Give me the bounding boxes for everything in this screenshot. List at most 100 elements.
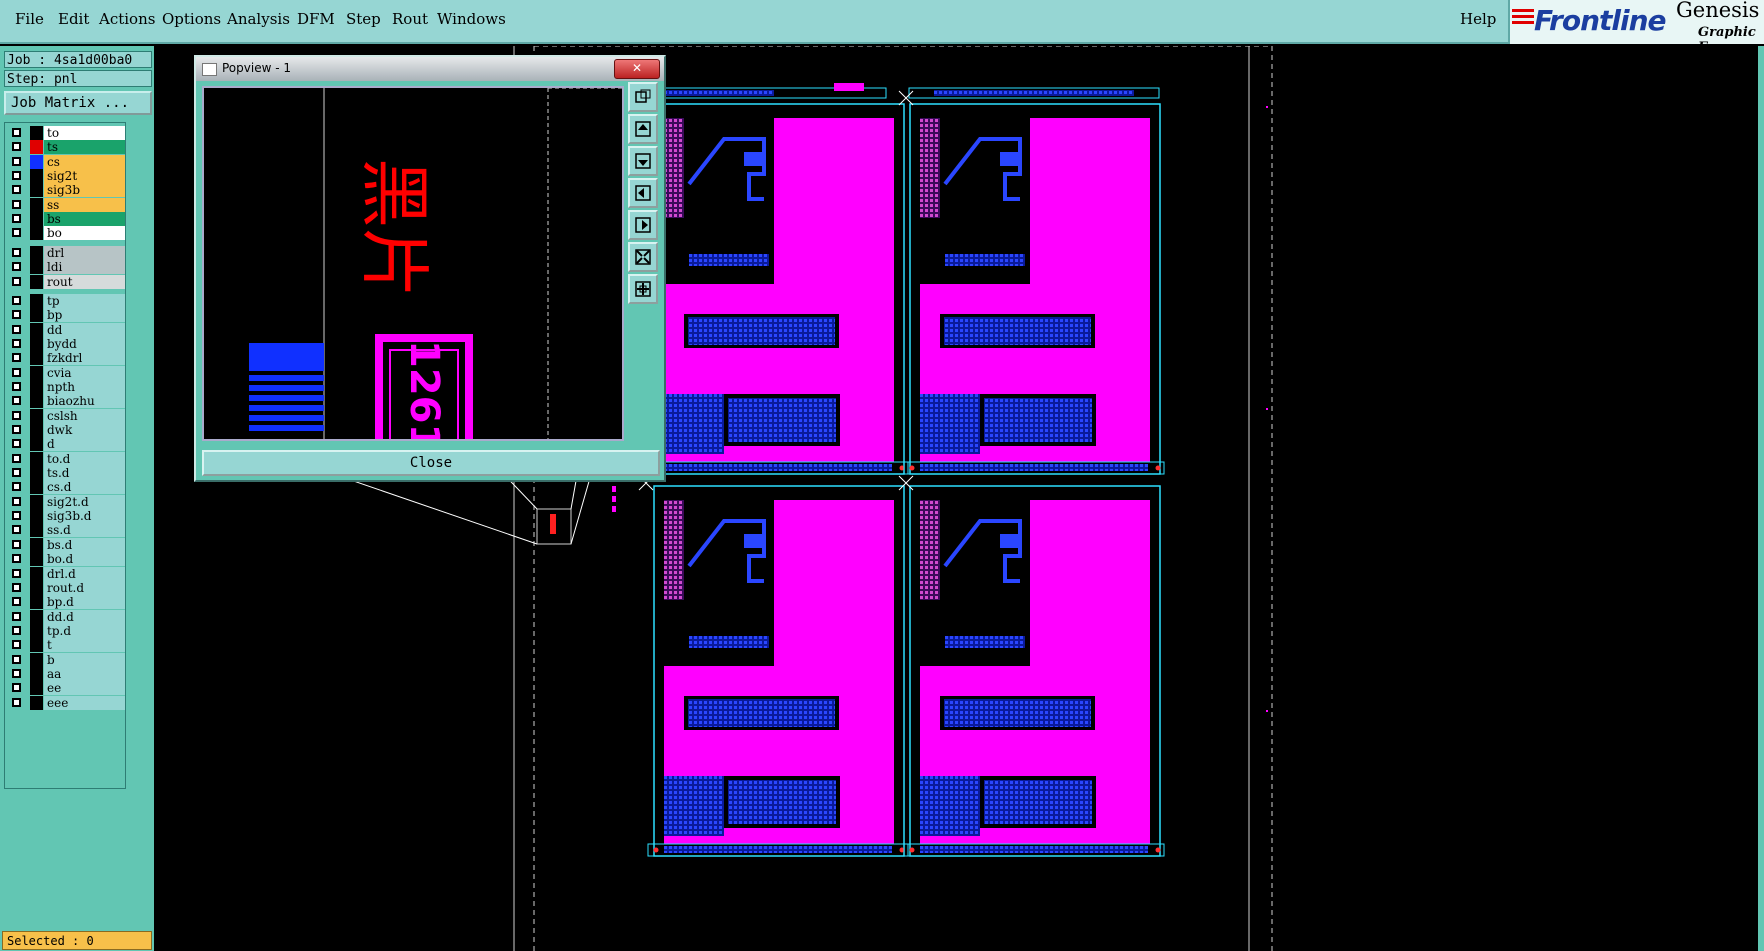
layer-row-ee[interactable]: ee [7, 681, 125, 696]
layer-checkbox[interactable] [12, 185, 21, 195]
layer-row-aa[interactable]: aa [7, 666, 125, 681]
layer-checkbox[interactable] [12, 496, 21, 506]
layer-row-fzkdrl[interactable]: fzkdrl [7, 351, 125, 366]
pan-left-icon[interactable] [628, 178, 658, 208]
popview-titlebar[interactable]: Popview - 1 ✕ [196, 57, 664, 81]
layer-row-ts-d[interactable]: ts.d [7, 466, 125, 481]
layer-checkbox[interactable] [12, 568, 21, 578]
layer-row-bo[interactable]: bo [7, 226, 125, 241]
layer-row-bs-d[interactable]: bs.d [7, 537, 125, 552]
layer-row-dwk[interactable]: dwk [7, 423, 125, 437]
layer-checkbox[interactable] [12, 482, 21, 492]
layer-checkbox[interactable] [12, 425, 21, 434]
layer-row-cs-d[interactable]: cs.d [7, 480, 125, 495]
menu-options[interactable]: Options [162, 10, 221, 28]
menu-step[interactable]: Step [346, 10, 381, 28]
layer-row-npth[interactable]: npth [7, 379, 125, 394]
layer-row-d[interactable]: d [7, 437, 125, 452]
layer-row-drl-d[interactable]: drl.d [7, 566, 125, 581]
layer-row-sig2t-d[interactable]: sig2t.d [7, 494, 125, 509]
layer-row-dd-d[interactable]: dd.d [7, 609, 125, 624]
menu-edit[interactable]: Edit [58, 10, 89, 28]
layer-row-tp[interactable]: tp [7, 293, 125, 308]
layer-checkbox[interactable] [12, 525, 21, 535]
layer-checkbox[interactable] [12, 410, 21, 420]
layer-checkbox[interactable] [12, 247, 21, 257]
layer-checkbox[interactable] [12, 597, 21, 607]
layer-checkbox[interactable] [12, 396, 21, 406]
layer-row-ss[interactable]: ss [7, 197, 125, 212]
layer-checkbox[interactable] [12, 453, 21, 463]
layer-checkbox[interactable] [12, 381, 21, 391]
layer-checkbox[interactable] [12, 171, 21, 181]
layer-row-cvia[interactable]: cvia [7, 365, 125, 380]
layer-checkbox[interactable] [12, 367, 21, 377]
layer-row-bydd[interactable]: bydd [7, 336, 125, 351]
menu-file[interactable]: File [15, 10, 44, 28]
layer-row-eee[interactable]: eee [7, 695, 125, 710]
layer-row-biaozhu[interactable]: biaozhu [7, 394, 125, 409]
layer-row-bs[interactable]: bs [7, 212, 125, 227]
layer-row-rout[interactable]: rout [7, 274, 125, 289]
layer-checkbox[interactable] [12, 511, 21, 521]
popview-canvas[interactable]: 黑片 1261 [202, 86, 624, 441]
layer-row-sig3b[interactable]: sig3b [7, 183, 125, 198]
layer-checkbox[interactable] [12, 142, 21, 152]
layer-checkbox[interactable] [12, 295, 21, 305]
layer-row-bp[interactable]: bp [7, 308, 125, 323]
zoom-up-icon[interactable] [628, 114, 658, 144]
layer-checkbox[interactable] [12, 468, 21, 478]
layer-row-drl[interactable]: drl [7, 245, 125, 260]
zoom-down-icon[interactable] [628, 146, 658, 176]
layer-checkbox[interactable] [12, 276, 21, 286]
layer-row-rout-d[interactable]: rout.d [7, 580, 125, 595]
layer-checkbox[interactable] [12, 640, 21, 650]
layer-row-sig2t[interactable]: sig2t [7, 169, 125, 184]
layer-row-bp-d[interactable]: bp.d [7, 595, 125, 610]
close-icon[interactable]: ✕ [614, 59, 660, 79]
layer-row-t[interactable]: t [7, 638, 125, 653]
layer-row-b[interactable]: b [7, 652, 125, 667]
layer-row-sig3b-d[interactable]: sig3b.d [7, 509, 125, 524]
layer-checkbox[interactable] [12, 156, 21, 166]
layer-checkbox[interactable] [12, 683, 21, 693]
layer-row-cslsh[interactable]: cslsh [7, 408, 125, 423]
menu-rout[interactable]: Rout [392, 10, 428, 28]
menu-actions[interactable]: Actions [99, 10, 155, 28]
pan-right-icon[interactable] [628, 210, 658, 240]
layer-checkbox[interactable] [12, 214, 21, 224]
layer-row-ts[interactable]: ts [7, 140, 125, 155]
zoom-fit-icon[interactable] [628, 242, 658, 272]
layer-row-ss-d[interactable]: ss.d [7, 523, 125, 538]
zoom-window-icon[interactable] [628, 82, 658, 112]
layer-checkbox[interactable] [12, 338, 21, 348]
layer-row-to[interactable]: to [7, 126, 125, 140]
close-button[interactable]: Close [202, 450, 660, 476]
layer-checkbox[interactable] [12, 611, 21, 621]
layer-row-dd[interactable]: dd [7, 322, 125, 337]
layer-checkbox[interactable] [12, 310, 21, 320]
menu-help[interactable]: Help [1460, 10, 1496, 28]
menu-dfm[interactable]: DFM [297, 10, 335, 28]
menu-analysis[interactable]: Analysis [227, 10, 290, 28]
layer-checkbox[interactable] [12, 199, 21, 209]
zoom-home-icon[interactable] [628, 274, 658, 304]
layer-row-cs[interactable]: cs [7, 154, 125, 169]
layer-checkbox[interactable] [12, 582, 21, 592]
menu-windows[interactable]: Windows [437, 10, 506, 28]
layer-checkbox[interactable] [12, 439, 21, 449]
layer-checkbox[interactable] [12, 353, 21, 363]
layer-row-ldi[interactable]: ldi [7, 260, 125, 275]
layer-checkbox[interactable] [12, 697, 21, 707]
right-edge-toolbar[interactable] [1758, 46, 1764, 951]
layer-checkbox[interactable] [12, 228, 21, 238]
layer-row-tp-d[interactable]: tp.d [7, 623, 125, 638]
layer-row-bo-d[interactable]: bo.d [7, 552, 125, 567]
layer-checkbox[interactable] [12, 262, 21, 272]
layer-checkbox[interactable] [12, 654, 21, 664]
job-matrix-button[interactable]: Job Matrix ... [4, 91, 152, 115]
layer-checkbox[interactable] [12, 554, 21, 564]
layer-checkbox[interactable] [12, 539, 21, 549]
layer-checkbox[interactable] [12, 324, 21, 334]
layer-checkbox[interactable] [12, 668, 21, 678]
